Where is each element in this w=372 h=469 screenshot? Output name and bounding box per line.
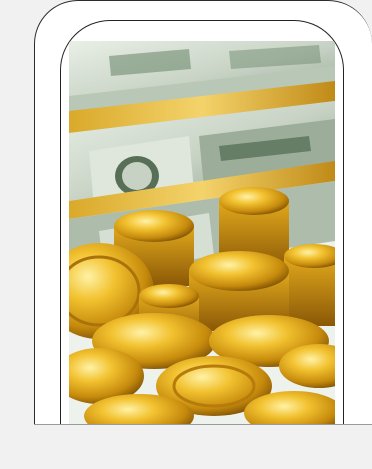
photo-svg — [69, 41, 335, 424]
money-and-gold-coins-image — [69, 41, 335, 424]
divider-line — [34, 424, 372, 425]
image-frame — [60, 20, 344, 424]
